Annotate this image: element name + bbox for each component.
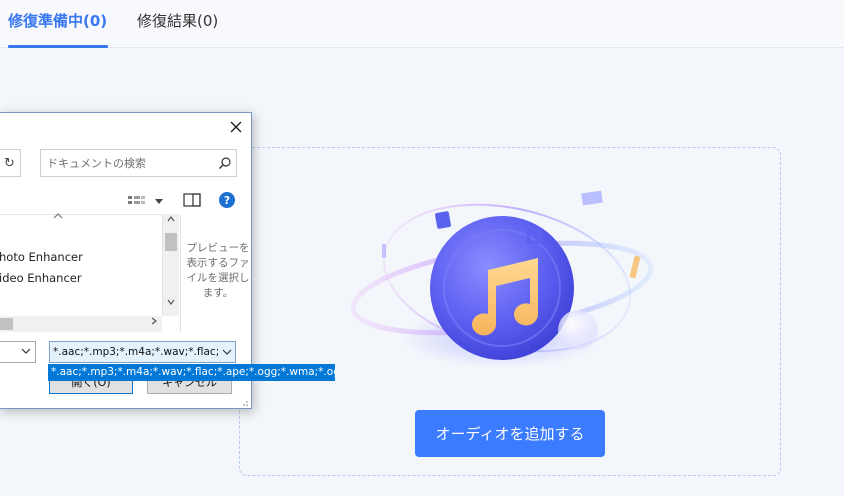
filename-combo[interactable]	[0, 341, 36, 363]
scroll-up-icon[interactable]	[167, 216, 175, 222]
preview-pane: プレビューを表示するファイルを選択します。	[180, 214, 252, 332]
preview-placeholder-text: プレビューを表示するファイルを選択します。	[186, 242, 250, 299]
scroll-down-icon[interactable]	[167, 299, 175, 305]
search-icon[interactable]	[218, 156, 232, 170]
music-note-icon	[350, 190, 654, 368]
list-item[interactable]: hoto Enhancer	[0, 250, 83, 264]
chevron-down-icon[interactable]	[21, 346, 31, 356]
tab-bar: 修復準備中(0) 修復結果(0)	[0, 0, 844, 48]
tab-repair-results[interactable]: 修復結果(0)	[137, 11, 218, 31]
scroll-right-icon[interactable]	[151, 317, 157, 325]
active-tab-indicator	[8, 45, 108, 48]
scroll-thumb[interactable]	[165, 233, 177, 251]
vertical-scrollbar[interactable]	[162, 214, 179, 316]
scroll-thumb[interactable]	[0, 318, 13, 330]
file-type-select[interactable]: *.aac;*.mp3;*.m4a;*.wav;*.flac;*.	[49, 341, 236, 363]
view-options-icon[interactable]	[127, 193, 165, 209]
horizontal-scrollbar[interactable]	[0, 316, 162, 332]
file-open-dialog: ↻ ? hoto Enhancer ideo Enhancer プレビュ	[0, 112, 335, 409]
file-type-value: *.aac;*.mp3;*.m4a;*.wav;*.flac;*.	[53, 346, 219, 358]
preview-pane-icon[interactable]	[183, 193, 201, 207]
add-audio-button[interactable]: オーディオを追加する	[415, 410, 605, 457]
sort-chevron-icon[interactable]	[53, 213, 63, 219]
help-icon[interactable]: ?	[219, 192, 235, 208]
refresh-icon[interactable]: ↻	[0, 149, 21, 177]
close-icon[interactable]	[228, 119, 244, 135]
search-box	[40, 149, 237, 177]
file-list	[0, 214, 162, 314]
search-input[interactable]	[47, 155, 207, 171]
resize-grip-icon[interactable]	[239, 397, 249, 407]
file-type-option[interactable]: *.aac;*.mp3;*.m4a;*.wav;*.flac;*.ape;*.o…	[48, 364, 335, 381]
list-item[interactable]: ideo Enhancer	[0, 271, 82, 285]
tab-repair-pending[interactable]: 修復準備中(0)	[8, 11, 107, 31]
chevron-down-icon[interactable]	[222, 347, 232, 357]
